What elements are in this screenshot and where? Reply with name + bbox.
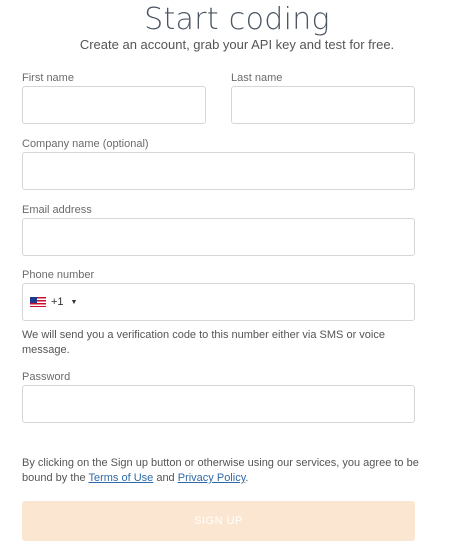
terms-of-use-link[interactable]: Terms of Use	[88, 472, 153, 484]
phone-help-text: We will send you a verification code to …	[22, 329, 385, 356]
company-name-label: Company name (optional)	[22, 138, 149, 150]
page-title: Start coding	[144, 2, 330, 37]
us-flag-icon	[30, 297, 46, 307]
email-input[interactable]	[22, 218, 415, 256]
password-label: Password	[22, 371, 71, 383]
country-code-selector[interactable]: +1 ▼	[23, 284, 77, 320]
company-name-input[interactable]	[22, 152, 415, 190]
sign-up-button[interactable]: SIGN UP	[22, 501, 415, 541]
phone-field: +1 ▼	[22, 283, 415, 321]
phone-label: Phone number	[22, 269, 95, 281]
last-name-input[interactable]	[231, 86, 415, 124]
privacy-policy-link[interactable]: Privacy Policy	[178, 472, 246, 484]
first-name-label: First name	[22, 72, 74, 84]
first-name-input[interactable]	[22, 86, 206, 124]
terms-middle: and	[153, 472, 178, 484]
phone-number-input[interactable]	[77, 284, 414, 320]
dial-code: +1	[51, 296, 64, 308]
terms-notice: By clicking on the Sign up button or oth…	[22, 456, 452, 486]
last-name-label: Last name	[231, 72, 283, 84]
page-subtitle: Create an account, grab your API key and…	[79, 37, 395, 52]
password-input[interactable]	[22, 385, 415, 423]
email-label: Email address	[22, 204, 92, 216]
terms-suffix: .	[245, 472, 249, 484]
caret-down-icon: ▼	[70, 298, 78, 306]
